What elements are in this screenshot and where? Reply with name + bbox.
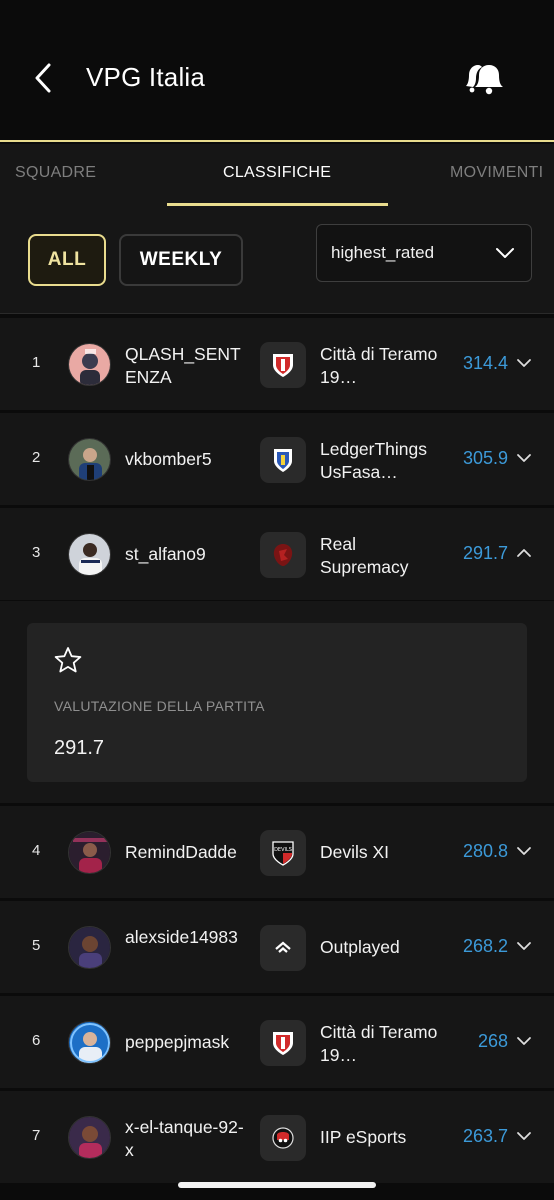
chevron-down-icon[interactable]	[516, 1034, 532, 1048]
leaderboard-row[interactable]: 6 peppepjmask Città di Teramo 19… 268	[0, 996, 554, 1088]
filter-all-button[interactable]: ALL	[28, 234, 106, 286]
club-logo	[260, 925, 306, 971]
club-name: Outplayed	[320, 937, 400, 957]
tab-bar: SQUADRE CLASSIFICHE MOVIMENTI	[0, 144, 554, 206]
club-name: Real Supremacy	[320, 534, 409, 577]
player-username: RemindDadde	[125, 842, 237, 862]
player-avatar	[68, 926, 111, 969]
leaderboard-row[interactable]: 1 QLASH_SENTENZA Città di Teramo 19… 314…	[0, 318, 554, 410]
home-indicator[interactable]	[178, 1182, 376, 1188]
rank-number: 4	[32, 842, 41, 859]
filter-weekly-button[interactable]: WEEKLY	[119, 234, 243, 286]
skull-crest-icon	[272, 1127, 294, 1149]
chevron-up-icon[interactable]	[516, 546, 532, 560]
player-avatar	[68, 438, 111, 481]
leaderboard-row[interactable]: 4 RemindDadde DEVILS Devils XI 280.8	[0, 806, 554, 898]
sort-select[interactable]: highest_rated	[316, 224, 532, 282]
player-rating: 305.9	[462, 448, 508, 468]
club-name: LedgerThings UsFasa…	[320, 439, 428, 482]
player-username: x-el-tanque-92-x	[125, 1117, 244, 1160]
chevron-down-icon[interactable]	[516, 844, 532, 858]
filter-bar: ALL WEEKLY highest_rated	[0, 206, 554, 314]
chevron-left-icon	[35, 63, 51, 93]
player-rating: 314.4	[462, 353, 508, 373]
match-rating-card: VALUTAZIONE DELLA PARTITA 291.7	[27, 623, 527, 782]
sort-select-value: highest_rated	[331, 243, 435, 262]
leaderboard-row[interactable]: 5 alexside14983 Outplayed 268.2	[0, 901, 554, 993]
bell-icon	[466, 65, 503, 95]
star-outline-icon[interactable]	[53, 645, 83, 675]
club-logo: DEVILS	[260, 830, 306, 876]
club-logo	[260, 342, 306, 388]
player-username: QLASH_SENTENZA	[125, 344, 241, 387]
club-logo	[260, 437, 306, 483]
back-button[interactable]	[26, 58, 60, 98]
leaderboard-row[interactable]: 2 vkbomber5 LedgerThings UsFasa… 305.9	[0, 413, 554, 505]
player-avatar	[68, 533, 111, 576]
player-username: st_alfano9	[125, 544, 206, 564]
dragon-crest-icon	[273, 544, 293, 566]
chevron-down-icon	[496, 248, 514, 258]
player-username: alexside14983	[125, 927, 238, 947]
player-rating: 268	[477, 1031, 508, 1051]
player-rating: 291.7	[462, 543, 508, 563]
rank-number: 7	[32, 1127, 41, 1144]
club-logo	[260, 532, 306, 578]
tab-squadre[interactable]: SQUADRE	[15, 164, 96, 182]
leaderboard-row[interactable]: 7 x-el-tanque-92-x IIP eSports 263.7	[0, 1091, 554, 1183]
club-name: Città di Teramo 19…	[320, 1022, 438, 1065]
devils-crest-icon: DEVILS	[272, 841, 294, 866]
chevron-down-icon[interactable]	[516, 939, 532, 953]
player-rating: 263.7	[462, 1126, 508, 1146]
rank-number: 2	[32, 449, 41, 466]
notifications-button[interactable]	[458, 58, 504, 98]
club-logo	[260, 1115, 306, 1161]
detail-label: VALUTAZIONE DELLA PARTITA	[54, 698, 265, 714]
player-rating: 280.8	[462, 841, 508, 861]
club-name: Città di Teramo 19…	[320, 344, 438, 387]
rank-number: 1	[32, 354, 41, 371]
club-name: IIP eSports	[320, 1127, 407, 1147]
chevron-down-icon[interactable]	[516, 1129, 532, 1143]
rating-detail-panel: VALUTAZIONE DELLA PARTITA 291.7	[0, 601, 554, 803]
player-avatar	[68, 343, 111, 386]
shield-crest-icon	[274, 449, 292, 472]
page-title: VPG Italia	[86, 62, 206, 92]
shield-crest-icon	[273, 1032, 293, 1055]
leaderboard-row-expanded[interactable]: 3 st_alfano9 Real Supremacy 291.7	[0, 508, 554, 600]
chevron-down-icon[interactable]	[516, 356, 532, 370]
tab-classifiche[interactable]: CLASSIFICHE	[223, 164, 331, 182]
detail-value: 291.7	[54, 737, 105, 759]
rank-number: 3	[32, 544, 41, 561]
app-header: VPG Italia	[0, 0, 554, 142]
player-username: vkbomber5	[125, 449, 212, 469]
club-name: Devils XI	[320, 842, 390, 862]
chevron-up-logo-icon	[275, 941, 291, 953]
rank-number: 5	[32, 937, 41, 954]
shield-crest-icon	[273, 354, 293, 377]
tab-movimenti[interactable]: MOVIMENTI	[450, 164, 543, 182]
rank-number: 6	[32, 1032, 41, 1049]
svg-text:DEVILS: DEVILS	[274, 847, 292, 853]
player-rating: 268.2	[462, 936, 508, 956]
player-avatar	[68, 831, 111, 874]
player-avatar	[68, 1116, 111, 1159]
player-username: peppepjmask	[125, 1032, 230, 1052]
club-logo	[260, 1020, 306, 1066]
player-avatar	[68, 1021, 111, 1064]
chevron-down-icon[interactable]	[516, 451, 532, 465]
